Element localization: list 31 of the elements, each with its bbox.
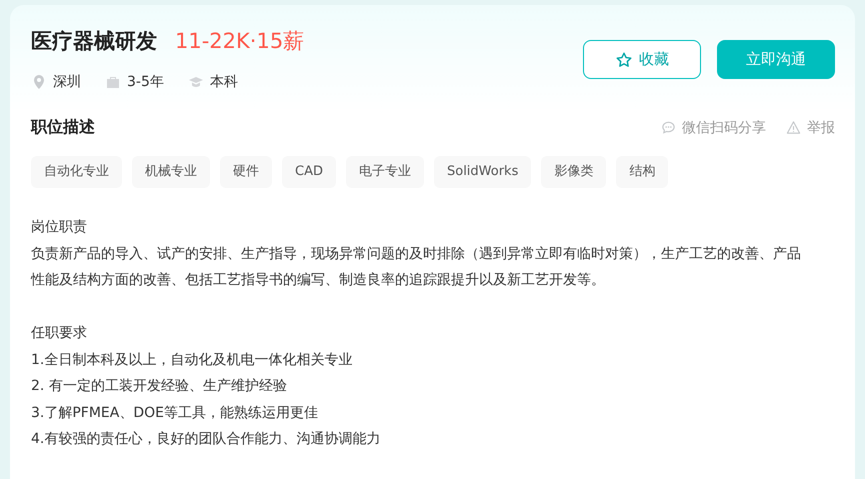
report-link[interactable]: 举报 bbox=[807, 118, 835, 136]
briefcase-icon bbox=[105, 74, 121, 90]
description-text: 3.了解PFMEA、DOE等工具，能熟练运用更佳 bbox=[31, 404, 319, 422]
skill-tag: 影像类 bbox=[541, 156, 606, 188]
salary: 11-22K·15薪 bbox=[175, 28, 304, 55]
star-icon bbox=[615, 50, 633, 68]
job-location: 深圳 bbox=[53, 73, 81, 91]
description-text: 1.全日制本科及以上，自动化及机电一体化相关专业 bbox=[31, 350, 354, 370]
description-text: 负责新产品的导入、试产的安排、生产指导，现场异常问题的及时排除（遇到异常立即有临时对策），生产工艺的改善、产品性能及结构方面的改善、包括工艺指导书的编写、制造良率的追踪跟提升以及新工艺开发等。 bbox=[31, 244, 802, 290]
skill-tag: 自动化专业 bbox=[31, 156, 122, 188]
description-heading: 任职要求 bbox=[31, 324, 88, 343]
skill-tag: 机械专业 bbox=[132, 156, 210, 188]
description-heading: 岗位职责 bbox=[31, 218, 88, 237]
graduation-cap-icon bbox=[188, 74, 204, 90]
description-text: 4.有较强的责任心，良好的团队合作能力、沟通协调能力 bbox=[31, 430, 382, 449]
skill-tag: 结构 bbox=[616, 156, 668, 188]
favorite-button[interactable]: 收藏 bbox=[583, 40, 701, 79]
section-title: 职位描述 bbox=[31, 117, 95, 138]
skill-tag: SolidWorks bbox=[434, 156, 532, 188]
skill-tag: 电子专业 bbox=[346, 156, 424, 188]
skill-tag: 硬件 bbox=[220, 156, 272, 188]
description-text: 2. 有一定的工装开发经验、生产维护经验 bbox=[31, 377, 288, 396]
location-pin-icon bbox=[31, 74, 47, 90]
job-title: 医疗器械研发 bbox=[31, 28, 157, 55]
chat-bubble-icon bbox=[661, 120, 676, 135]
skill-tag: CAD bbox=[282, 156, 336, 188]
share-link[interactable]: 微信扫码分享 bbox=[682, 118, 766, 136]
job-experience: 3-5年 bbox=[127, 73, 164, 91]
warning-icon bbox=[786, 120, 801, 135]
chat-now-button[interactable]: 立即沟通 bbox=[717, 40, 835, 79]
job-education: 本科 bbox=[210, 73, 238, 91]
